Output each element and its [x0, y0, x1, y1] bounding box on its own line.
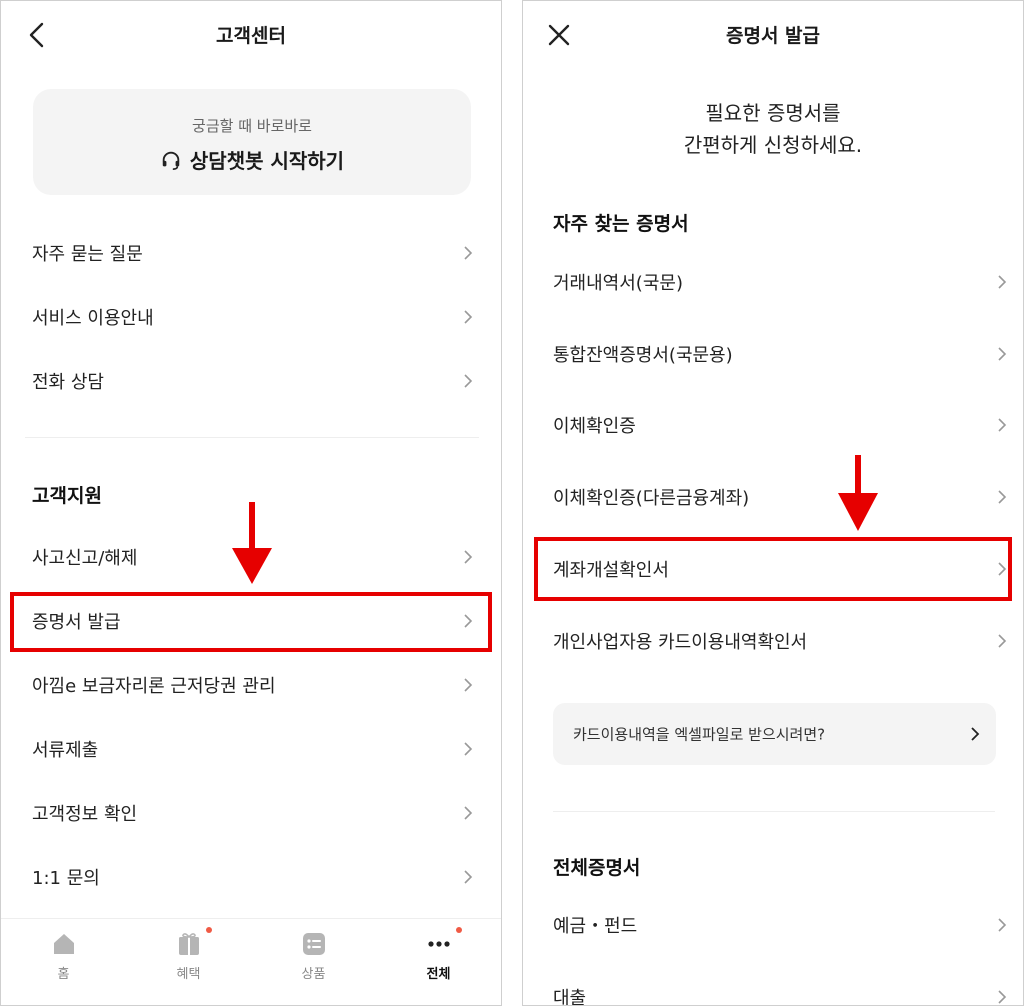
- menu-label: 아낌e 보금자리론 근저당권 관리: [32, 676, 276, 697]
- menu-faq[interactable]: 자주 묻는 질문: [1, 225, 501, 281]
- section-title-all: 전체증명서: [553, 857, 641, 879]
- menu-customer-info[interactable]: 고객정보 확인: [1, 785, 501, 841]
- chevron-right-icon: [998, 418, 1007, 432]
- menu-label: 고객정보 확인: [32, 804, 138, 825]
- chevron-right-icon: [464, 678, 473, 692]
- cert-label: 대출: [553, 988, 587, 1006]
- chevron-right-icon: [464, 374, 473, 388]
- chevron-right-icon: [971, 727, 980, 741]
- header: 고객센터: [1, 1, 501, 69]
- intro-line: 간편하게 신청하세요.: [683, 133, 863, 157]
- bottom-nav: 홈 혜택 상품 전체: [1, 918, 501, 1005]
- section-divider: [25, 437, 479, 438]
- arrow-down-icon: [838, 455, 878, 531]
- menu-one-on-one-inquiry[interactable]: 1:1 문의: [1, 849, 501, 905]
- cert-balance[interactable]: 통합잔액증명서(국문용): [523, 326, 1023, 382]
- menu-phone-consult[interactable]: 전화 상담: [1, 353, 501, 409]
- cert-label: 이체확인증(다른금융계좌): [553, 488, 750, 509]
- headset-icon: [162, 151, 180, 170]
- notification-badge: [206, 927, 212, 933]
- home-icon: [53, 934, 74, 954]
- cert-transfer-confirm[interactable]: 이체확인증: [523, 397, 1023, 453]
- chevron-right-icon: [998, 990, 1007, 1004]
- cert-label: 이체확인증: [553, 416, 636, 437]
- nav-label: 전체: [426, 967, 451, 982]
- header: 증명서 발급: [523, 1, 1023, 69]
- menu-document-submit[interactable]: 서류제출: [1, 721, 501, 777]
- chevron-right-icon: [998, 634, 1007, 648]
- product-list-icon: [302, 933, 325, 955]
- cert-transaction-history[interactable]: 거래내역서(국문): [523, 254, 1023, 310]
- chevron-right-icon: [464, 550, 473, 564]
- chatbot-subtitle: 궁금할 때 바로바로: [192, 117, 312, 135]
- page-title: 증명서 발급: [725, 25, 820, 47]
- page-title: 고객센터: [216, 25, 286, 47]
- cert-business-card-usage[interactable]: 개인사업자용 카드이용내역확인서: [523, 613, 1023, 669]
- chevron-right-icon: [464, 310, 473, 324]
- nav-label: 혜택: [176, 967, 201, 982]
- nav-label: 홈: [57, 967, 70, 982]
- chevron-right-icon: [998, 490, 1007, 504]
- nav-home[interactable]: 홈: [1, 919, 126, 1005]
- highlight-box: [534, 537, 1012, 601]
- section-title-frequent: 자주 찾는 증명서: [553, 213, 689, 235]
- menu-label: 1:1 문의: [32, 868, 100, 889]
- cert-label: 통합잔액증명서(국문용): [553, 345, 733, 366]
- chatbot-start-card[interactable]: 궁금할 때 바로바로 상담챗봇 시작하기: [33, 89, 471, 195]
- arrow-down-icon: [232, 502, 272, 584]
- certificate-issue-screen: 증명서 발급 필요한 증명서를 간편하게 신청하세요. 자주 찾는 증명서 거래…: [522, 0, 1024, 1006]
- chevron-right-icon: [998, 275, 1007, 289]
- notification-badge: [456, 927, 462, 933]
- nav-all[interactable]: 전체: [376, 919, 501, 1005]
- chatbot-title: 상담챗봇 시작하기: [189, 149, 345, 173]
- chevron-right-icon: [998, 918, 1007, 932]
- cert-deposit-fund[interactable]: 예금・펀드: [523, 897, 1023, 953]
- chevron-right-icon: [464, 246, 473, 260]
- highlight-box: [10, 592, 492, 652]
- menu-label: 전화 상담: [32, 372, 104, 393]
- menu-label: 자주 묻는 질문: [32, 244, 143, 265]
- cert-label: 개인사업자용 카드이용내역확인서: [553, 632, 808, 653]
- cert-label: 거래내역서(국문): [553, 273, 683, 294]
- menu-label: 서류제출: [32, 740, 99, 761]
- nav-benefits[interactable]: 혜택: [126, 919, 251, 1005]
- section-title-support: 고객지원: [32, 485, 102, 507]
- menu-mortgage-management[interactable]: 아낌e 보금자리론 근저당권 관리: [1, 657, 501, 713]
- section-divider: [553, 811, 995, 812]
- excel-card-label: 카드이용내역을 엑셀파일로 받으시려면?: [573, 725, 826, 744]
- intro-text: 필요한 증명서를 간편하게 신청하세요.: [523, 97, 1023, 161]
- cert-transfer-confirm-other[interactable]: 이체확인증(다른금융계좌): [523, 469, 1023, 525]
- nav-label: 상품: [301, 967, 326, 982]
- gift-icon: [178, 933, 199, 955]
- intro-line: 필요한 증명서를: [705, 101, 841, 125]
- excel-download-card[interactable]: 카드이용내역을 엑셀파일로 받으시려면?: [553, 703, 996, 765]
- chevron-right-icon: [464, 742, 473, 756]
- cert-label: 예금・펀드: [553, 916, 638, 937]
- nav-products[interactable]: 상품: [251, 919, 376, 1005]
- menu-label: 사고신고/해제: [32, 548, 138, 569]
- chevron-right-icon: [464, 806, 473, 820]
- cert-loan[interactable]: 대출: [523, 969, 1023, 1006]
- menu-service-guide[interactable]: 서비스 이용안내: [1, 289, 501, 345]
- menu-label: 서비스 이용안내: [32, 308, 154, 329]
- chevron-right-icon: [464, 870, 473, 884]
- chevron-right-icon: [998, 347, 1007, 361]
- more-dots-icon: [427, 941, 450, 947]
